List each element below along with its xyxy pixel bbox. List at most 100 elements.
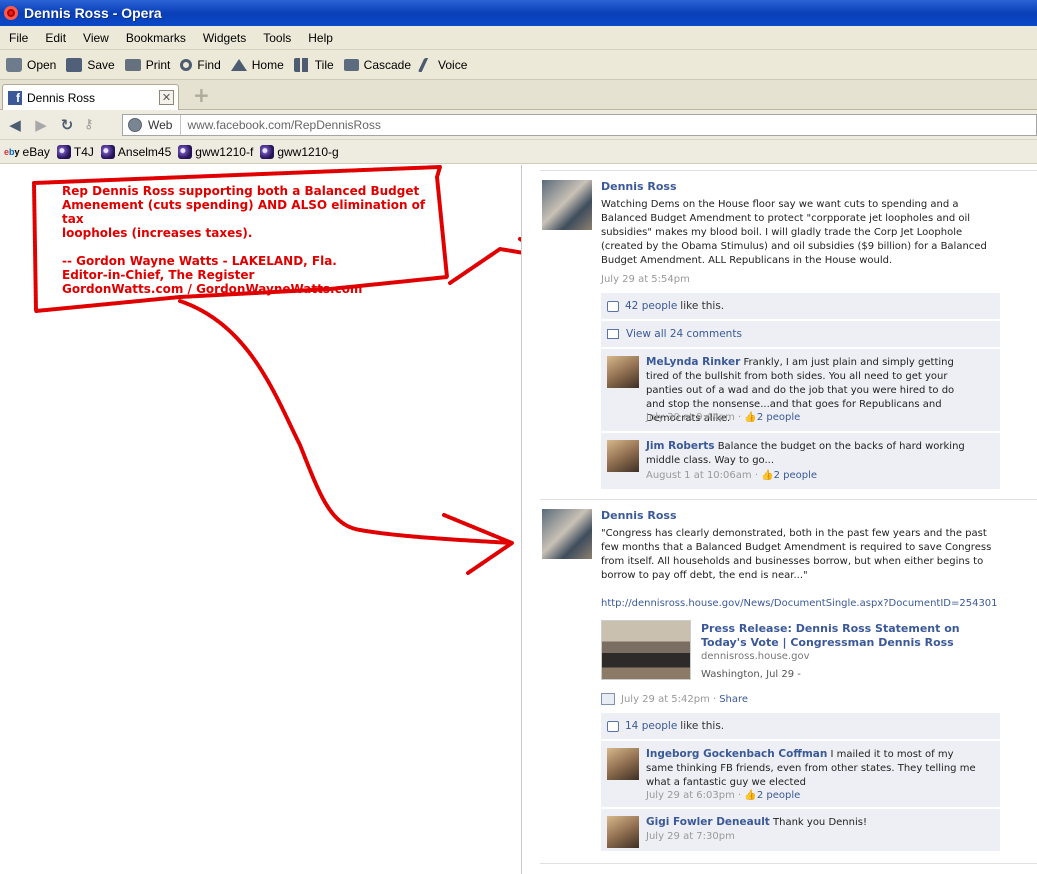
avatar[interactable] (542, 180, 592, 230)
comment-body: Jim Roberts Balance the budget on the ba… (646, 440, 965, 466)
comment-author[interactable]: Ingeborg Gockenbach Coffman (646, 748, 827, 760)
home-icon (230, 58, 247, 71)
share-link[interactable]: Share (719, 694, 748, 705)
menu-edit[interactable]: Edit (36, 31, 74, 45)
new-tab-icon[interactable]: + (193, 85, 210, 105)
comment: Jim Roberts Balance the budget on the ba… (601, 433, 1000, 489)
forward-icon[interactable]: ▶ (33, 117, 49, 133)
bookmark-t4j[interactable]: T4J (56, 144, 94, 159)
menu-widgets[interactable]: Widgets (194, 31, 254, 45)
post-link[interactable]: http://dennisross.house.gov/News/Documen… (601, 598, 998, 609)
site-icon (260, 144, 275, 159)
menu-view[interactable]: View (74, 31, 117, 45)
likes-box: 14 people like this. (601, 713, 1000, 739)
view-comments-link[interactable]: View all 24 comments (601, 321, 1000, 347)
thumbs-up-icon (607, 300, 619, 312)
comment-author[interactable]: Gigi Fowler Deneault (646, 816, 770, 828)
find-button[interactable]: Find (180, 58, 221, 72)
post-author[interactable]: Dennis Ross (601, 509, 677, 522)
commenter-avatar[interactable] (607, 356, 639, 388)
web-badge[interactable]: Web (123, 115, 182, 135)
cascade-button[interactable]: Cascade (343, 58, 411, 72)
tile-icon (293, 57, 310, 72)
page-content: Rep Dennis Ross supporting both a Balanc… (0, 165, 1037, 874)
bookmark-anselm45[interactable]: Anselm45 (100, 144, 171, 159)
shared-link-description: Washington, Jul 29 - (701, 669, 801, 680)
post-timestamp[interactable]: July 29 at 5:42pm (621, 694, 710, 705)
annotation-arrow-top (448, 237, 521, 285)
commenter-avatar[interactable] (607, 748, 639, 780)
comment-meta: August 1 at 10:06am · 👍2 people (646, 470, 818, 481)
comment-body: Ingeborg Gockenbach Coffman I mailed it … (646, 748, 976, 788)
link-post-icon (601, 693, 615, 705)
back-icon[interactable]: ◀ (7, 117, 23, 133)
main-toolbar: Open Save Print Find Home Tile Cascade V… (0, 50, 1037, 80)
menu-bookmarks[interactable]: Bookmarks (117, 31, 194, 45)
comment-meta: July 30 at 9:44pm · 👍2 people (646, 412, 801, 423)
thumbs-up-icon (607, 720, 619, 732)
comment-likes[interactable]: 👍2 people (744, 790, 800, 801)
comment-author[interactable]: Jim Roberts (646, 440, 715, 452)
avatar[interactable] (542, 509, 592, 559)
url-text[interactable]: www.facebook.com/RepDennisRoss (181, 118, 380, 132)
tab-dennis-ross[interactable]: f Dennis Ross ✕ (2, 84, 179, 110)
voice-button[interactable]: Voice (417, 57, 467, 72)
shared-link-preview[interactable]: Press Release: Dennis Ross Statement on … (601, 620, 1000, 688)
address-bar: ◀ ▶ ↻ ⚷ Web www.facebook.com/RepDennisRo… (0, 110, 1037, 140)
comment-likes[interactable]: 👍2 people (744, 412, 800, 423)
bookmarks-bar: eby eBay T4J Anselm45 gww1210-f gww1210-g (0, 140, 1037, 164)
commenter-avatar[interactable] (607, 816, 639, 848)
comment-body: Gigi Fowler Deneault Thank you Dennis! (646, 816, 867, 828)
facebook-favicon-icon: f (8, 90, 22, 105)
url-field[interactable]: Web www.facebook.com/RepDennisRoss (122, 114, 1037, 136)
tab-bar: f Dennis Ross ✕ + (0, 80, 1037, 110)
comment-meta: July 29 at 6:03pm · 👍2 people (646, 790, 801, 801)
comment-likes[interactable]: 👍2 people (761, 470, 817, 481)
annotation-arrow-bottom (178, 299, 514, 575)
bookmark-ebay[interactable]: eby eBay (4, 145, 50, 159)
comment-author[interactable]: MeLynda Rinker (646, 356, 740, 368)
site-icon (100, 144, 115, 159)
close-tab-icon[interactable]: ✕ (159, 90, 174, 105)
menu-tools[interactable]: Tools (254, 31, 299, 45)
cascade-icon (343, 58, 359, 71)
post-meta: July 29 at 5:42pm · Share (601, 693, 748, 705)
reload-icon[interactable]: ↻ (59, 117, 75, 133)
menu-help[interactable]: Help (299, 31, 341, 45)
bookmark-gww1210-g[interactable]: gww1210-g (260, 144, 339, 159)
site-icon (56, 144, 71, 159)
title-bar: Dennis Ross - Opera (0, 0, 1037, 26)
bookmark-gww1210-f[interactable]: gww1210-f (178, 144, 253, 159)
facebook-feed: Dennis Ross Watching Dems on the House f… (540, 165, 1037, 874)
post-timestamp[interactable]: July 29 at 5:54pm (601, 274, 690, 285)
comment-meta: July 29 at 7:30pm (646, 831, 735, 842)
likes-count[interactable]: 14 people (625, 720, 677, 732)
post-message: "Congress has clearly demonstrated, both… (601, 528, 992, 581)
site-icon (178, 144, 193, 159)
open-button[interactable]: Open (6, 57, 56, 72)
folder-icon (6, 57, 22, 72)
opera-logo-icon (4, 6, 18, 20)
annotation-text: Rep Dennis Ross supporting both a Balanc… (62, 184, 426, 296)
shared-link-title[interactable]: Press Release: Dennis Ross Statement on … (701, 622, 991, 650)
menu-file[interactable]: File (0, 31, 36, 45)
separator (540, 863, 1037, 864)
home-button[interactable]: Home (230, 58, 284, 72)
separator (540, 170, 1037, 171)
likes-count[interactable]: 42 people (625, 300, 677, 312)
tab-label: Dennis Ross (27, 90, 96, 105)
globe-icon (128, 118, 142, 132)
menu-bar: File Edit View Bookmarks Widgets Tools H… (0, 26, 1037, 50)
tile-button[interactable]: Tile (293, 57, 334, 72)
save-button[interactable]: Save (66, 57, 115, 72)
microphone-icon (417, 57, 437, 72)
shared-link-domain: dennisross.house.gov (701, 651, 810, 662)
annotation-overlay: Rep Dennis Ross supporting both a Balanc… (0, 165, 521, 874)
print-button[interactable]: Print (124, 58, 170, 72)
post-author[interactable]: Dennis Ross (601, 180, 677, 193)
save-icon (66, 57, 83, 72)
key-icon[interactable]: ⚷ (84, 117, 104, 132)
column-divider (521, 165, 522, 874)
commenter-avatar[interactable] (607, 440, 639, 472)
shared-link-thumbnail[interactable] (601, 620, 691, 680)
